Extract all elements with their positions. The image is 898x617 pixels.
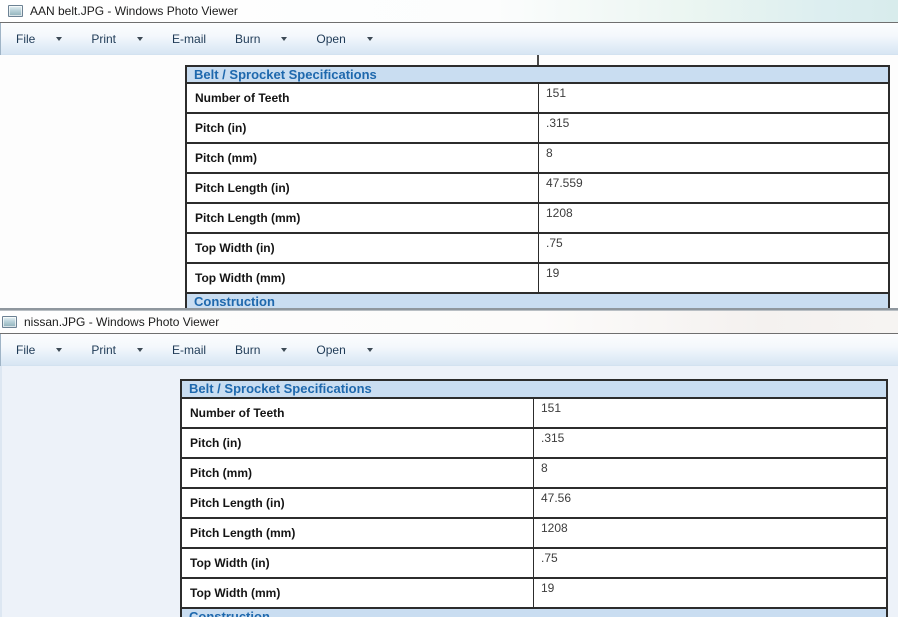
photo-viewer-window-nissan: nissan.JPG - Windows Photo Viewer File P… <box>0 310 898 617</box>
photo-viewer-icon <box>8 5 23 17</box>
row-label: Pitch (in) <box>182 429 534 457</box>
row-value: 151 <box>534 399 886 427</box>
spec-table-header: Belt / Sprocket Specifications <box>187 67 888 84</box>
row-value: .315 <box>539 114 888 142</box>
row-label: Top Width (in) <box>187 234 539 262</box>
print-menu-label: Print <box>91 343 116 357</box>
table-row: Pitch (in) .315 <box>182 429 886 459</box>
chevron-down-icon[interactable] <box>137 37 143 41</box>
row-label: Pitch (mm) <box>187 144 539 172</box>
row-value: 47.559 <box>539 174 888 202</box>
table-row: Number of Teeth 151 <box>187 84 888 114</box>
file-menu-button[interactable]: File <box>16 343 62 357</box>
chevron-down-icon[interactable] <box>281 37 287 41</box>
chevron-down-icon[interactable] <box>56 348 62 352</box>
file-menu-label: File <box>16 343 35 357</box>
row-value: 19 <box>539 264 888 292</box>
toolbar: File Print E-mail Burn Open <box>0 22 898 55</box>
table-row: Pitch (in) .315 <box>187 114 888 144</box>
row-value: 1208 <box>534 519 886 547</box>
chevron-down-icon[interactable] <box>56 37 62 41</box>
window-title: AAN belt.JPG - Windows Photo Viewer <box>30 4 238 18</box>
table-row: Pitch Length (in) 47.559 <box>187 174 888 204</box>
open-menu-label: Open <box>316 343 345 357</box>
row-label: Number of Teeth <box>187 84 539 112</box>
spec-table-next-section-header: Construction <box>187 294 888 308</box>
table-row: Pitch (mm) 8 <box>182 459 886 489</box>
spec-table-header: Belt / Sprocket Specifications <box>182 381 886 399</box>
row-value: 8 <box>534 459 886 487</box>
email-button-label: E-mail <box>172 32 206 46</box>
desktop-stage: AAN belt.JPG - Windows Photo Viewer File… <box>0 0 898 617</box>
burn-menu-label: Burn <box>235 32 260 46</box>
spec-table: Belt / Sprocket Specifications Number of… <box>180 379 888 617</box>
toolbar: File Print E-mail Burn Open <box>0 333 898 366</box>
row-label: Number of Teeth <box>182 399 534 427</box>
row-value: .315 <box>534 429 886 457</box>
window-titlebar[interactable]: nissan.JPG - Windows Photo Viewer <box>0 310 898 333</box>
row-label: Pitch (mm) <box>182 459 534 487</box>
print-menu-label: Print <box>91 32 116 46</box>
row-value: 19 <box>534 579 886 607</box>
row-label: Pitch Length (in) <box>187 174 539 202</box>
table-row: Pitch Length (in) 47.56 <box>182 489 886 519</box>
spec-table: Belt / Sprocket Specifications Number of… <box>185 65 890 308</box>
row-label: Pitch Length (in) <box>182 489 534 517</box>
email-button[interactable]: E-mail <box>172 343 206 357</box>
row-value: .75 <box>534 549 886 577</box>
table-row: Top Width (in) .75 <box>182 549 886 579</box>
row-label: Top Width (in) <box>182 549 534 577</box>
photo-viewer-icon <box>2 316 17 328</box>
chevron-down-icon[interactable] <box>367 37 373 41</box>
file-menu-button[interactable]: File <box>16 32 62 46</box>
print-menu-button[interactable]: Print <box>91 343 143 357</box>
table-row: Pitch Length (mm) 1208 <box>182 519 886 549</box>
burn-menu-button[interactable]: Burn <box>235 343 287 357</box>
photo-viewer-window-aan-belt: AAN belt.JPG - Windows Photo Viewer File… <box>0 0 898 310</box>
open-menu-button[interactable]: Open <box>316 32 372 46</box>
row-label: Top Width (mm) <box>187 264 539 292</box>
email-button[interactable]: E-mail <box>172 32 206 46</box>
email-button-label: E-mail <box>172 343 206 357</box>
row-value: .75 <box>539 234 888 262</box>
spec-table-next-section-header: Construction <box>182 609 886 617</box>
table-row: Pitch (mm) 8 <box>187 144 888 174</box>
chevron-down-icon[interactable] <box>281 348 287 352</box>
file-menu-label: File <box>16 32 35 46</box>
photo-canvas: Belt / Sprocket Specifications Number of… <box>0 55 898 308</box>
chevron-down-icon[interactable] <box>137 348 143 352</box>
row-value: 8 <box>539 144 888 172</box>
chevron-down-icon[interactable] <box>367 348 373 352</box>
print-menu-button[interactable]: Print <box>91 32 143 46</box>
open-menu-button[interactable]: Open <box>316 343 372 357</box>
row-label: Top Width (mm) <box>182 579 534 607</box>
row-value: 151 <box>539 84 888 112</box>
table-row: Top Width (mm) 19 <box>187 264 888 294</box>
photo-canvas: Belt / Sprocket Specifications Number of… <box>0 366 898 617</box>
table-row: Top Width (mm) 19 <box>182 579 886 609</box>
cropped-table-border-line <box>537 55 539 65</box>
window-title: nissan.JPG - Windows Photo Viewer <box>24 315 219 329</box>
burn-menu-button[interactable]: Burn <box>235 32 287 46</box>
row-label: Pitch Length (mm) <box>187 204 539 232</box>
burn-menu-label: Burn <box>235 343 260 357</box>
row-label: Pitch (in) <box>187 114 539 142</box>
row-value: 1208 <box>539 204 888 232</box>
row-value: 47.56 <box>534 489 886 517</box>
table-row: Pitch Length (mm) 1208 <box>187 204 888 234</box>
table-row: Number of Teeth 151 <box>182 399 886 429</box>
window-titlebar[interactable]: AAN belt.JPG - Windows Photo Viewer <box>0 0 898 22</box>
row-label: Pitch Length (mm) <box>182 519 534 547</box>
table-row: Top Width (in) .75 <box>187 234 888 264</box>
open-menu-label: Open <box>316 32 345 46</box>
